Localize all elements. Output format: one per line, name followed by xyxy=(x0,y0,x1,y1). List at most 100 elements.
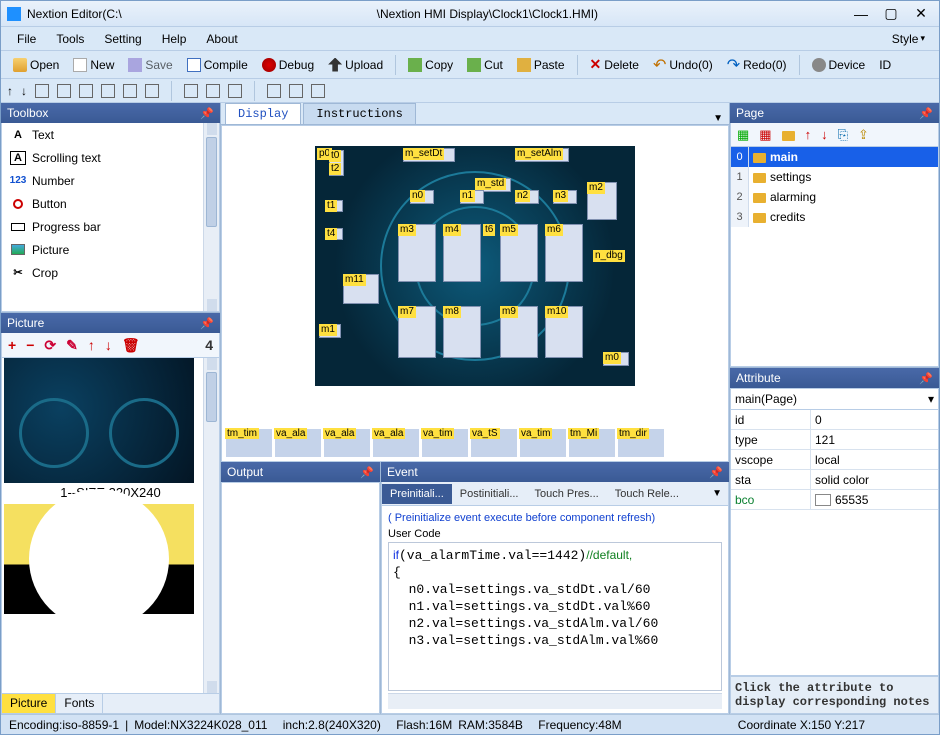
tab-postinit[interactable]: Postinitiali... xyxy=(452,484,527,504)
attribute-row[interactable]: stasolid color xyxy=(731,470,938,490)
pin-icon[interactable]: 📌 xyxy=(919,107,933,120)
copy-button[interactable]: Copy xyxy=(402,54,459,76)
attribute-value[interactable]: solid color xyxy=(811,470,938,489)
distribute-h-icon[interactable] xyxy=(184,84,198,98)
comp-n-dbg[interactable]: n_dbg xyxy=(593,250,625,262)
menu-file[interactable]: File xyxy=(9,30,44,48)
same-height-icon[interactable] xyxy=(145,84,159,98)
move-up-icon[interactable]: ↑ xyxy=(88,337,95,353)
toolbox-item[interactable]: Picture xyxy=(2,238,219,261)
toolbox-item[interactable]: Button xyxy=(2,192,219,215)
picture-scrollbar[interactable] xyxy=(203,358,219,693)
page-folder-icon[interactable] xyxy=(782,127,795,142)
toolbox-item[interactable]: ✂Crop xyxy=(2,261,219,284)
comp-t0[interactable]: t0 xyxy=(329,150,341,162)
page-row[interactable]: 0main xyxy=(731,147,938,167)
debug-button[interactable]: Debug xyxy=(256,54,320,76)
timer-chip[interactable]: va_tS xyxy=(471,429,517,457)
page-row[interactable]: 3credits xyxy=(731,207,938,227)
menu-about[interactable]: About xyxy=(198,30,245,48)
attribute-target-select[interactable]: main(Page) ▾ xyxy=(730,388,939,410)
align-right-icon[interactable] xyxy=(57,84,71,98)
attribute-value[interactable]: 121 xyxy=(811,430,938,449)
comp-m5[interactable]: m5 xyxy=(500,224,518,236)
page-add-icon[interactable]: ▦ xyxy=(737,127,749,143)
page-down-icon[interactable]: ↓ xyxy=(821,127,828,142)
tab-display[interactable]: Display xyxy=(225,103,301,124)
save-button[interactable]: Save xyxy=(122,54,178,76)
comp-m6[interactable]: m6 xyxy=(545,224,563,236)
comp-t1[interactable]: t1 xyxy=(325,200,337,212)
attribute-row[interactable]: type121 xyxy=(731,430,938,450)
delete-picture-icon[interactable]: 🗑 xyxy=(122,337,140,354)
toolbox-item[interactable]: 123Number xyxy=(2,169,219,192)
pin-icon[interactable]: 📌 xyxy=(360,466,374,479)
cut-button[interactable]: Cut xyxy=(461,54,509,76)
comp-m7[interactable]: m7 xyxy=(398,306,416,318)
compile-button[interactable]: Compile xyxy=(181,54,254,76)
tab-touchrelease[interactable]: Touch Rele... xyxy=(607,484,687,504)
minimize-button[interactable]: — xyxy=(853,7,869,21)
tab-fonts[interactable]: Fonts xyxy=(56,694,103,713)
toolbox-item[interactable]: Progress bar xyxy=(2,215,219,238)
layout-3-icon[interactable] xyxy=(311,84,325,98)
comp-n0[interactable]: n0 xyxy=(410,190,425,202)
timer-chip[interactable]: tm_tim xyxy=(226,429,272,457)
page-row[interactable]: 2alarming xyxy=(731,187,938,207)
layout-2-icon[interactable] xyxy=(289,84,303,98)
comp-m2[interactable]: m2 xyxy=(587,182,605,194)
event-collapse-icon[interactable]: ▼ xyxy=(706,488,728,499)
toolbox-item[interactable]: AScrolling text xyxy=(2,146,219,169)
edit-picture-icon[interactable]: ✎ xyxy=(66,337,78,354)
attribute-row[interactable]: id0 xyxy=(731,410,938,430)
pin-icon[interactable]: 📌 xyxy=(200,317,214,330)
timer-chip[interactable]: va_ala xyxy=(373,429,419,457)
timer-chip[interactable]: va_tim xyxy=(422,429,468,457)
menu-setting[interactable]: Setting xyxy=(96,30,149,48)
menu-style[interactable]: Style▾ xyxy=(886,30,931,48)
new-button[interactable]: New xyxy=(67,54,120,76)
refresh-picture-icon[interactable]: ⟳ xyxy=(44,337,56,354)
comp-m-setdt[interactable]: m_setDt xyxy=(403,148,444,160)
redo-button[interactable]: ↷Redo(0) xyxy=(721,54,793,76)
paste-button[interactable]: Paste xyxy=(511,54,571,76)
code-horizontal-scrollbar[interactable] xyxy=(388,693,722,709)
collapse-icon[interactable]: ▼ xyxy=(713,113,723,124)
tab-touchpress[interactable]: Touch Pres... xyxy=(527,484,607,504)
close-button[interactable]: ✕ xyxy=(913,7,929,21)
page-row[interactable]: 1settings xyxy=(731,167,938,187)
distribute-v-icon[interactable] xyxy=(206,84,220,98)
picture-thumb-2[interactable] xyxy=(4,504,194,614)
pin-icon[interactable]: 📌 xyxy=(709,466,723,479)
same-width-icon[interactable] xyxy=(123,84,137,98)
toolbox-item[interactable]: AText xyxy=(2,123,219,146)
tab-preinit[interactable]: Preinitiali... xyxy=(382,484,452,504)
tab-instructions[interactable]: Instructions xyxy=(303,103,415,124)
pin-icon[interactable]: 📌 xyxy=(919,372,933,385)
comp-n3[interactable]: n3 xyxy=(553,190,568,202)
menu-tools[interactable]: Tools xyxy=(48,30,92,48)
arrow-down-icon[interactable]: ↓ xyxy=(21,84,27,98)
timer-chip[interactable]: va_ala xyxy=(324,429,370,457)
device-button[interactable]: Device xyxy=(806,54,872,76)
timer-chip[interactable]: va_tim xyxy=(520,429,566,457)
delete-button[interactable]: ✕Delete xyxy=(584,54,645,76)
code-editor[interactable]: if(va_alarmTime.val==1442)//default, { n… xyxy=(388,542,722,691)
add-picture-icon[interactable]: + xyxy=(8,337,16,353)
timer-chip[interactable]: tm_dir xyxy=(618,429,664,457)
page-export-icon[interactable]: ⇪ xyxy=(858,127,869,143)
comp-t6[interactable]: t6 xyxy=(483,224,495,236)
align-top-icon[interactable] xyxy=(79,84,93,98)
page-copy-icon[interactable]: ⎘ xyxy=(838,127,848,143)
picture-thumb-1[interactable] xyxy=(4,358,194,483)
comp-n2[interactable]: n2 xyxy=(515,190,530,202)
group-icon[interactable] xyxy=(228,84,242,98)
move-down-icon[interactable]: ↓ xyxy=(105,337,112,353)
tab-picture[interactable]: Picture xyxy=(2,694,56,713)
attribute-row[interactable]: bco65535 xyxy=(731,490,938,510)
upload-button[interactable]: Upload xyxy=(322,54,389,76)
align-bottom-icon[interactable] xyxy=(101,84,115,98)
comp-m-std[interactable]: m_std xyxy=(475,178,506,190)
align-left-icon[interactable] xyxy=(35,84,49,98)
pin-icon[interactable]: 📌 xyxy=(200,107,214,120)
